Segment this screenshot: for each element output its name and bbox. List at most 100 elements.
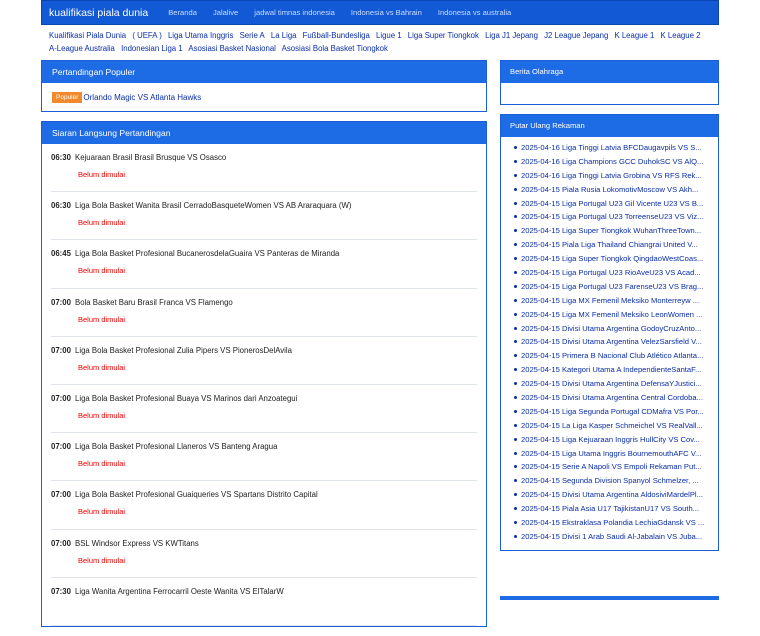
match-line: 07:00 Bola Basket Baru Brasil Franca VS F… <box>51 298 477 307</box>
match-name[interactable]: Liga Bola Basket Profesional Buaya VS Ma… <box>75 394 297 403</box>
nav-indonesia-bahrain[interactable]: Indonesia vs Bahrain <box>343 8 430 17</box>
replay-link[interactable]: 2025-04-15 Liga Portugal U23 RioAveU23 V… <box>521 268 701 277</box>
category-link[interactable]: ( UEFA ) <box>132 31 161 40</box>
match-line: 06:30 Liga Bola Basket Wanita Brasil Cerr… <box>51 201 477 210</box>
category-link[interactable]: Asosiasi Bola Basket Tiongkok <box>282 44 388 53</box>
bullet-icon <box>514 271 517 275</box>
replay-link[interactable]: 2025-04-15 Serie A Napoli VS Empoli Reka… <box>521 462 702 471</box>
replay-link[interactable]: 2025-04-15 Divisi Utama Argentina Centra… <box>521 393 703 402</box>
category-link[interactable]: La Liga <box>271 31 297 40</box>
category-link[interactable]: Kualifikasi Piala Dunia <box>49 31 126 40</box>
match-time: 07:30 <box>51 586 71 596</box>
category-link[interactable]: A-League Australia <box>49 44 115 53</box>
replay-link[interactable]: 2025-04-15 Piala Asia U17 TajikistanU17 … <box>521 504 699 513</box>
match-name[interactable]: Liga Bola Basket Wanita Brasil CerradoBa… <box>75 201 352 210</box>
match-name[interactable]: Liga Bola Basket Profesional Guaiqueries… <box>75 490 318 499</box>
category-link[interactable]: K League 1 <box>614 31 654 40</box>
match-name[interactable]: Bola Basket Baru Brasil Franca VS Flamen… <box>75 298 233 307</box>
match-status: Belum dimulai <box>78 410 126 420</box>
match-row[interactable]: 07:30 Liga Wanita Argentina Ferrocarril O… <box>51 578 477 626</box>
replay-item: 2025-04-15 Liga Utama Inggris Bournemout… <box>507 447 712 461</box>
category-link[interactable]: Indonesian Liga 1 <box>121 44 183 53</box>
replay-item: 2025-04-15 Liga Portugal U23 RioAveU23 V… <box>507 266 712 280</box>
site-brand[interactable]: kualifikasi piala dunia <box>42 7 160 19</box>
replay-link[interactable]: 2025-04-15 La Liga Kasper Schmeichel VS … <box>521 421 703 430</box>
match-row[interactable]: 07:00 Liga Bola Basket Profesional Llaner… <box>51 433 477 482</box>
popular-title: Pertandingan Populer <box>42 61 486 83</box>
replay-link[interactable]: 2025-04-15 Liga Segunda Portugal CDMafra… <box>521 407 704 416</box>
replay-link[interactable]: 2025-04-15 Liga MX Femenil Meksiko LeonW… <box>521 310 702 319</box>
replay-link[interactable]: 2025-04-15 Divisi Utama Argentina Aldosi… <box>521 490 703 499</box>
nav-jalalive[interactable]: Jalalive <box>205 8 246 17</box>
match-row[interactable]: 06:45 Liga Bola Basket Profesional Bucane… <box>51 240 477 289</box>
match-time: 07:00 <box>51 538 71 548</box>
replay-link[interactable]: 2025-04-15 Divisi Utama Argentina VelezS… <box>521 337 702 346</box>
category-links: Kualifikasi Piala Dunia ( UEFA ) Liga Ut… <box>41 25 719 55</box>
match-row[interactable]: 07:00 Liga Bola Basket Profesional Zulia … <box>51 337 477 385</box>
nav-jadwal-timnas[interactable]: jadwal timnas indonesia <box>246 8 343 17</box>
category-link[interactable]: Fußball-Bundesliga <box>303 31 370 40</box>
replay-item: 2025-04-15 Liga Super Tiongkok QingdaoWe… <box>507 252 712 266</box>
replay-link[interactable]: 2025-04-15 Liga Super Tiongkok WuhanThre… <box>521 226 701 235</box>
match-row[interactable]: 06:30 Kejuaraan Brasil Brasil Brusque VS … <box>51 144 477 193</box>
category-link[interactable]: J2 League Jepang <box>544 31 608 40</box>
match-row[interactable]: 07:00 Liga Bola Basket Profesional Buaya … <box>51 385 477 434</box>
match-name[interactable]: Liga Bola Basket Profesional Bucanerosde… <box>75 249 339 258</box>
replay-link[interactable]: 2025-04-15 Piala Rusia LokomotivMoscow V… <box>521 185 698 194</box>
bullet-icon <box>514 521 517 525</box>
bullet-icon <box>514 173 517 177</box>
match-name[interactable]: Liga Bola Basket Profesional Llaneros VS… <box>75 442 277 451</box>
match-status: Belum dimulai <box>78 218 126 228</box>
replay-link[interactable]: 2025-04-15 Liga Portugal U23 TorreenseU2… <box>521 212 704 221</box>
replay-link[interactable]: 2025-04-15 Liga Super Tiongkok QingdaoWe… <box>521 254 703 263</box>
replay-link[interactable]: 2025-04-15 Liga Portugal U23 Gil Vicente… <box>521 199 703 208</box>
category-link[interactable]: Liga J1 Jepang <box>485 31 538 40</box>
replay-link[interactable]: 2025-04-15 Divisi Utama Argentina Defens… <box>521 379 702 388</box>
match-row[interactable]: 07:00 BSL Windsor Express VS KWTitans Belu… <box>51 530 477 578</box>
replay-item: 2025-04-15 Primera B Nacional Club Atlét… <box>507 349 712 363</box>
replay-link[interactable]: 2025-04-15 Liga MX Femenil Meksiko Monte… <box>521 296 699 305</box>
bullet-icon <box>514 368 517 372</box>
replay-link[interactable]: 2025-04-15 Divisi Utama Argentina GodoyC… <box>521 324 701 333</box>
replay-link[interactable]: 2025-04-15 Ekstraklasa Polandia LechiaGd… <box>521 518 704 527</box>
nav-indonesia-australia[interactable]: Indonesia vs australia <box>430 8 519 17</box>
replay-link[interactable]: 2025-04-15 Liga Portugal U23 FarenseU23 … <box>521 282 703 291</box>
replay-item: 2025-04-15 Piala Liga Thailand Chiangrai… <box>507 238 712 252</box>
category-link[interactable]: K League 2 <box>661 31 701 40</box>
match-line: 07:00 Liga Bola Basket Profesional Llaner… <box>51 442 477 451</box>
match-row[interactable]: 07:00 Liga Bola Basket Profesional Guaiqu… <box>51 481 477 530</box>
match-row[interactable]: 06:30 Liga Bola Basket Wanita Brasil Cerr… <box>51 192 477 241</box>
category-link[interactable]: Serie A <box>240 31 265 40</box>
match-name[interactable]: Liga Bola Basket Profesional Zulia Piper… <box>75 346 292 355</box>
replay-link[interactable]: 2025-04-15 Segunda Division Spanyol Schm… <box>521 476 699 485</box>
replay-link[interactable]: 2025-04-15 Liga Utama Inggris Bournemout… <box>521 449 701 458</box>
replay-link[interactable]: 2025-04-16 Liga Tinggi Latvia BFCDaugavp… <box>521 143 702 152</box>
replay-link[interactable]: 2025-04-15 Piala Liga Thailand Chiangrai… <box>521 240 698 249</box>
sidebar: Berita Olahraga Putar Ulang Rekaman 2025… <box>500 60 719 560</box>
category-link[interactable]: Ligue 1 <box>376 31 402 40</box>
replay-link[interactable]: 2025-04-15 Divisi 1 Arab Saudi Al-Jabala… <box>521 532 702 541</box>
replay-item: 2025-04-15 Kategori Utama A Independient… <box>507 363 712 377</box>
bullet-icon <box>514 382 517 386</box>
category-link[interactable]: Liga Super Tiongkok <box>408 31 479 40</box>
replay-link[interactable]: 2025-04-15 Kategori Utama A Independient… <box>521 365 701 374</box>
replay-item: 2025-04-15 Piala Rusia LokomotivMoscow V… <box>507 183 712 197</box>
match-name[interactable]: BSL Windsor Express VS KWTitans <box>75 539 199 548</box>
replay-link[interactable]: 2025-04-16 Liga Tinggi Latvia Grobina VS… <box>521 171 702 180</box>
replay-link[interactable]: 2025-04-15 Liga Kejuaraan Inggris HullCi… <box>521 435 700 444</box>
popular-match-link[interactable]: Orlando Magic VS Atlanta Hawks <box>83 93 201 102</box>
news-body <box>501 83 718 104</box>
nav-beranda[interactable]: Beranda <box>160 8 205 17</box>
category-link[interactable]: Liga Utama Inggris <box>168 31 233 40</box>
match-time: 06:45 <box>51 249 71 259</box>
match-status: Belum dimulai <box>78 362 126 372</box>
replay-item: 2025-04-15 Ekstraklasa Polandia LechiaGd… <box>507 516 712 530</box>
match-name[interactable]: Kejuaraan Brasil Brasil Brusque VS Osasc… <box>75 153 226 162</box>
bullet-icon <box>514 507 517 511</box>
category-link[interactable]: Asosiasi Basket Nasional <box>188 44 276 53</box>
match-row[interactable]: 07:00 Bola Basket Baru Brasil Franca VS F… <box>51 289 477 337</box>
match-name[interactable]: Liga Wanita Argentina Ferrocarril Oeste … <box>75 587 284 596</box>
replay-link[interactable]: 2025-04-15 Primera B Nacional Club Atlét… <box>521 351 703 360</box>
replay-link[interactable]: 2025-04-16 Liga Champions GCC DuhokSC VS… <box>521 157 703 166</box>
popular-match-row: Populer Orlando Magic VS Atlanta Hawks <box>42 83 486 111</box>
